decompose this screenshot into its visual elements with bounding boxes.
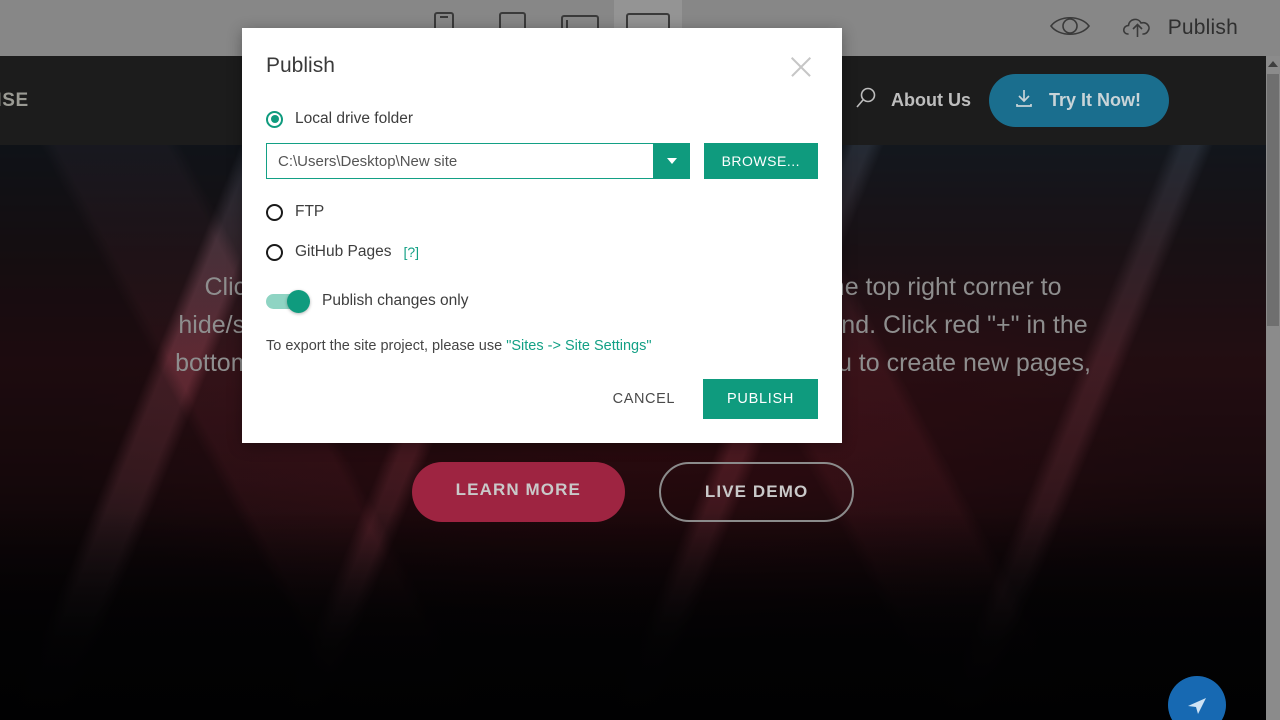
scrollbar-thumb[interactable] [1267,74,1279,326]
radio-local-drive-folder[interactable] [266,110,283,128]
export-hint-text: To export the site project, please use [266,338,507,354]
option-github-pages[interactable]: GitHub Pages [?] [266,243,818,261]
publish-confirm-button[interactable]: PUBLISH [703,379,818,419]
dialog-header: Publish [266,28,818,84]
try-it-now-label: Try It Now! [1048,90,1141,110]
chat-icon [1188,698,1206,714]
path-field-row: BROWSE... [266,143,818,179]
option-label-github: GitHub Pages [295,243,392,260]
publish-label: Publish [1167,16,1238,39]
github-help-link[interactable]: [?] [404,244,420,260]
export-hint: To export the site project, please use "… [266,338,818,354]
close-icon[interactable] [784,50,818,84]
dialog-title: Publish [266,54,335,77]
app-root: RISE About Us [0,0,1280,720]
site-brand: RISE [0,89,29,111]
search-icon [853,85,879,116]
learn-more-button[interactable]: LEARN MORE [411,462,625,523]
chevron-up-icon [1268,61,1278,67]
publish-button[interactable]: Publish [1119,12,1238,45]
site-settings-link[interactable]: "Sites -> Site Settings" [506,338,651,354]
chat-fab-button[interactable] [1168,676,1226,720]
radio-github-pages[interactable] [266,243,283,261]
scrollbar-up-button[interactable] [1266,56,1280,72]
publish-dialog: Publish Local drive folder BROWSE... FTP… [242,28,842,443]
cancel-button[interactable]: CANCEL [609,383,679,415]
nav-about-label: About Us [890,90,971,110]
eye-icon [1049,13,1091,44]
radio-ftp[interactable] [266,203,283,221]
chevron-down-icon [666,158,677,164]
live-demo-button[interactable]: LIVE DEMO [658,462,855,523]
preview-button[interactable] [1049,13,1091,44]
try-it-now-button[interactable]: Try It Now! [988,74,1169,127]
dialog-actions: CANCEL PUBLISH [266,379,818,419]
toggle-knob [287,289,310,313]
path-dropdown-button[interactable] [653,143,690,179]
toolbar-right-group: Publish [1049,12,1280,45]
toggle-switch[interactable] [266,289,310,313]
option-ftp[interactable]: FTP [266,203,818,221]
toggle-label: Publish changes only [322,292,469,309]
hero-buttons: LEARN MORE LIVE DEMO [0,462,1266,523]
option-label-ftp: FTP [295,203,325,220]
nav-right-group: About Us Try It Now! [853,74,1266,127]
option-local-drive-folder[interactable]: Local drive folder [266,110,818,128]
nav-item-about-us[interactable]: About Us [853,85,971,116]
publish-path-input[interactable] [266,143,654,179]
cloud-upload-icon [1119,12,1157,45]
option-label-local: Local drive folder [295,110,414,127]
publish-changes-only-toggle[interactable]: Publish changes only [266,289,818,313]
download-icon [1013,87,1035,114]
browse-button[interactable]: BROWSE... [703,143,818,179]
page-scrollbar[interactable] [1266,56,1280,720]
